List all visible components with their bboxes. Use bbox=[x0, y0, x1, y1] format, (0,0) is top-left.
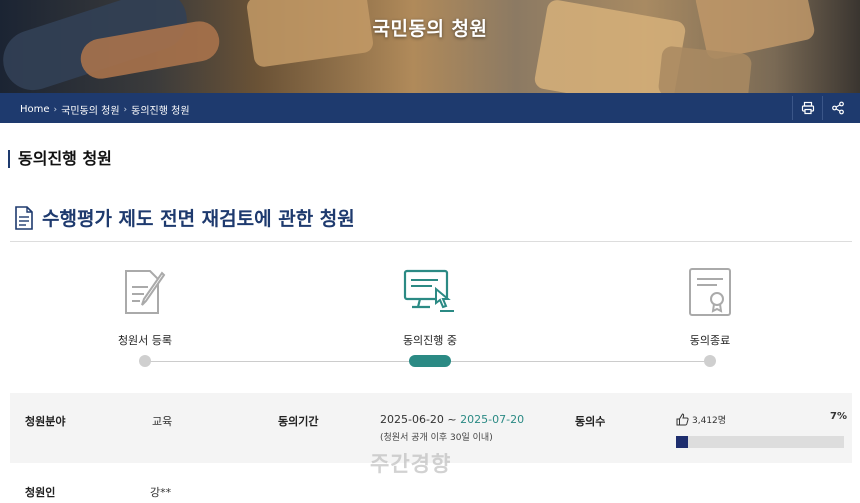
step-closed: 동의종료 bbox=[630, 262, 790, 367]
watermark: 주간경향 bbox=[370, 452, 452, 476]
register-pen-icon bbox=[125, 270, 166, 314]
step-label: 동의종료 bbox=[689, 334, 731, 347]
thumbs-up-icon bbox=[676, 413, 689, 426]
breadcrumb: Home › 국민동의 청원 › 동의진행 청원 bbox=[20, 102, 190, 117]
computer-click-icon bbox=[403, 269, 454, 312]
agree-count: 3,412명 bbox=[692, 416, 727, 426]
print-icon bbox=[801, 101, 814, 115]
step-label: 청원서 등록 bbox=[117, 334, 173, 347]
field-label: 청원분야 bbox=[25, 415, 66, 428]
field-value: 교육 bbox=[152, 415, 173, 428]
agree-progress-fill bbox=[676, 436, 688, 448]
chevron-right-icon: › bbox=[123, 104, 128, 115]
agree-progress-bar bbox=[676, 436, 844, 448]
share-button[interactable] bbox=[822, 96, 852, 120]
breadcrumb-current[interactable]: 동의진행 청원 bbox=[131, 102, 189, 117]
petitioner-value: 강** bbox=[150, 486, 172, 499]
chevron-right-icon: › bbox=[53, 104, 58, 115]
breadcrumb-home[interactable]: Home bbox=[20, 104, 50, 115]
section-title: 동의진행 청원 bbox=[8, 150, 112, 168]
period-start: 2025-06-20 bbox=[380, 413, 444, 426]
page-tools bbox=[792, 96, 852, 120]
count-label: 동의수 bbox=[575, 415, 606, 428]
step-in-progress: 동의진행 중 bbox=[350, 262, 510, 367]
breadcrumb-bar: Home › 국민동의 청원 › 동의진행 청원 bbox=[0, 93, 860, 123]
page-banner-title: 국민동의 청원 bbox=[372, 18, 488, 40]
period-label: 동의기간 bbox=[278, 415, 319, 428]
certificate-icon bbox=[689, 268, 731, 316]
print-button[interactable] bbox=[792, 96, 822, 120]
period-value: 2025-06-20 ~ 2025-07-20 bbox=[380, 413, 524, 426]
share-icon bbox=[831, 101, 844, 115]
petition-title-row: 수행평가 제도 전면 재검토에 관한 청원 bbox=[14, 204, 355, 231]
step-dot bbox=[704, 355, 716, 367]
count-value-row: 3,412명 bbox=[676, 413, 726, 426]
divider bbox=[10, 241, 852, 242]
step-label: 동의진행 중 bbox=[402, 334, 458, 347]
period-note: (청원서 공개 이후 30일 이내) bbox=[380, 433, 493, 443]
hero-banner: 국민동의 청원 bbox=[0, 0, 860, 93]
banner-image-puzzle-piece bbox=[657, 45, 753, 93]
period-separator: ~ bbox=[443, 413, 461, 426]
step-registered: 청원서 등록 bbox=[65, 262, 225, 367]
breadcrumb-petitions[interactable]: 국민동의 청원 bbox=[61, 102, 119, 117]
petitioner-label: 청원인 bbox=[25, 486, 56, 499]
count-percent: 7% bbox=[830, 411, 847, 422]
step-active-indicator bbox=[409, 355, 451, 367]
period-end: 2025-07-20 bbox=[460, 413, 525, 426]
petition-title: 수행평가 제도 전면 재검토에 관한 청원 bbox=[42, 208, 355, 230]
document-icon bbox=[15, 205, 33, 230]
step-dot bbox=[139, 355, 151, 367]
progress-steps: 청원서 등록 동의진행 중 동의종료 bbox=[0, 262, 860, 377]
